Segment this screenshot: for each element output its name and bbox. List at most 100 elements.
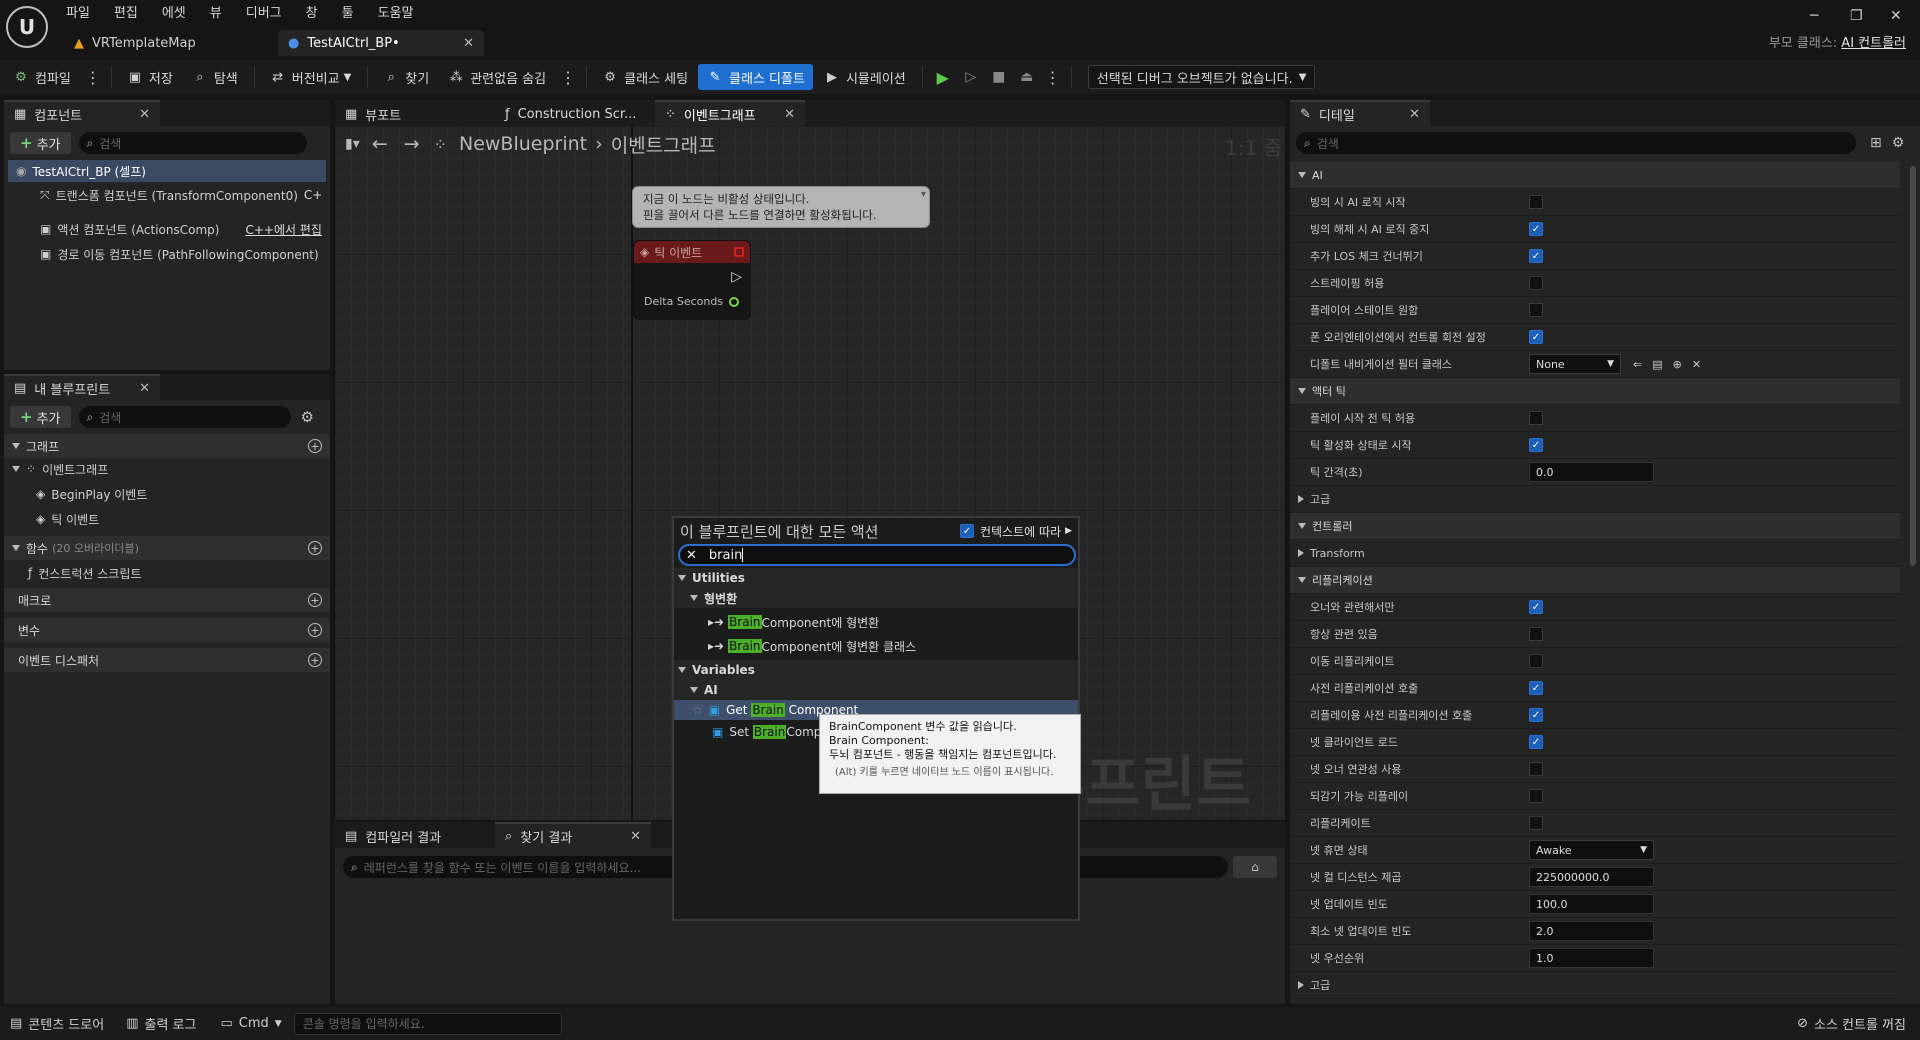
details-search-input[interactable]: ⌕ 검색: [1296, 132, 1856, 154]
category-ai[interactable]: AI: [674, 680, 1078, 700]
function-item-construction[interactable]: ƒ 컨스트럭션 스크립트: [4, 562, 330, 584]
update-frequency-field[interactable]: 100.0: [1529, 894, 1654, 914]
play-icon[interactable]: ▶: [932, 66, 954, 88]
close-icon[interactable]: ✕: [630, 829, 641, 844]
dormancy-dropdown[interactable]: Awake ▼: [1529, 840, 1654, 860]
category-variables[interactable]: Variables: [674, 660, 1078, 680]
clear-search-icon[interactable]: ✕: [686, 548, 697, 563]
cull-distance-field[interactable]: 225000000.0: [1529, 867, 1654, 887]
simulation-button[interactable]: ▶ 시뮬레이션: [815, 64, 914, 90]
category-cast[interactable]: 형변환: [674, 588, 1078, 608]
checkbox[interactable]: [1529, 654, 1543, 668]
tab-components[interactable]: ▦ 컴포넌트 ✕: [4, 100, 160, 126]
star-icon[interactable]: ☆: [692, 703, 703, 717]
add-function-icon[interactable]: +: [308, 541, 322, 555]
tick-event-node[interactable]: ◈ 틱 이벤트 ▷ Delta Seconds: [633, 240, 751, 320]
doc-tab-map[interactable]: ▲ VRTemplateMap: [64, 30, 274, 56]
cmd-dropdown[interactable]: ▭ Cmd ▼: [220, 1016, 281, 1031]
component-extra[interactable]: C++에서 편집: [245, 221, 321, 238]
priority-field[interactable]: 1.0: [1529, 948, 1654, 968]
checkbox[interactable]: [1529, 411, 1543, 425]
find-in-all-button[interactable]: ⌂: [1233, 856, 1277, 878]
gear-icon[interactable]: ⚙: [1892, 135, 1905, 151]
my-blueprint-search-input[interactable]: ⌕ 검색: [78, 406, 291, 428]
delta-seconds-pin[interactable]: Delta Seconds: [644, 295, 740, 308]
gear-icon[interactable]: ⚙: [301, 408, 314, 426]
min-update-frequency-field[interactable]: 2.0: [1529, 921, 1654, 941]
close-icon[interactable]: ✕: [139, 381, 150, 396]
event-item-beginplay[interactable]: ◈ BeginPlay 이벤트: [4, 483, 330, 505]
eject-icon[interactable]: ⏏: [1016, 66, 1038, 88]
tab-my-blueprint[interactable]: ▤ 내 블루프린트 ✕: [4, 374, 160, 400]
checkbox[interactable]: ✓: [1529, 708, 1543, 722]
menu-debug[interactable]: 디버그: [246, 2, 282, 21]
graph-item-eventgraph[interactable]: ⁘ 이벤트그래프: [4, 458, 330, 480]
menu-tools[interactable]: 툴: [342, 2, 354, 21]
details-section-actor-tick[interactable]: 액터 틱: [1290, 378, 1900, 405]
class-settings-button[interactable]: ⚙ 클래스 세팅: [593, 64, 696, 90]
content-drawer-button[interactable]: ▤ 콘텐츠 드로어: [10, 1014, 104, 1033]
event-item-tick[interactable]: ◈ 틱 이벤트: [4, 508, 330, 530]
component-item[interactable]: ▣ 경로 이동 컴포넌트 (PathFollowingComponent): [4, 243, 330, 265]
checkbox[interactable]: ✓: [1529, 438, 1543, 452]
close-window-icon[interactable]: ✕: [1890, 8, 1902, 24]
close-icon[interactable]: ✕: [139, 107, 150, 122]
checkbox[interactable]: ✓: [959, 524, 974, 538]
compile-options-icon[interactable]: ⋮: [81, 68, 105, 87]
clear-icon[interactable]: ✕: [1692, 358, 1701, 371]
checkbox[interactable]: ✓: [1529, 330, 1543, 344]
browse-button[interactable]: ⌕ 탐색: [183, 64, 246, 90]
checkbox[interactable]: ✓: [1529, 681, 1543, 695]
table-view-icon[interactable]: ⊞: [1870, 135, 1882, 151]
menu-view[interactable]: 뷰: [210, 2, 222, 21]
component-root[interactable]: ◉ TestAICtrl_BP (셀프): [8, 160, 326, 182]
details-scrollbar[interactable]: [1910, 166, 1916, 566]
add-icon[interactable]: ⊕: [1673, 358, 1682, 371]
section-variables[interactable]: 변수 +: [4, 618, 330, 642]
add-component-button[interactable]: + 추가: [10, 132, 71, 154]
action-item-cast-class[interactable]: ▸➜ Brain Component에 형변환 클래스: [674, 636, 1078, 656]
nav-filter-dropdown[interactable]: None ▼: [1529, 354, 1621, 374]
hide-unrelated-button[interactable]: ⁂ 관련없음 숨김: [439, 64, 554, 90]
doc-tab-blueprint[interactable]: ● TestAICtrl_BP• ✕: [278, 30, 484, 56]
checkbox[interactable]: [1529, 762, 1543, 776]
menu-file[interactable]: 파일: [66, 2, 90, 21]
output-log-button[interactable]: ▥ 출력 로그: [126, 1014, 196, 1033]
add-macro-icon[interactable]: +: [308, 593, 322, 607]
add-dispatcher-icon[interactable]: +: [308, 653, 322, 667]
play-options-icon[interactable]: ⋮: [1041, 68, 1065, 87]
tab-find-results[interactable]: ⌕ 찾기 결과 ✕: [495, 822, 651, 848]
close-icon[interactable]: ✕: [463, 36, 474, 51]
back-icon[interactable]: ←: [372, 133, 388, 155]
step-icon[interactable]: ▷: [960, 66, 982, 88]
unreal-logo-icon[interactable]: U: [6, 6, 48, 48]
details-section-controller[interactable]: 컨트롤러: [1290, 513, 1900, 540]
class-defaults-button[interactable]: ✎ 클래스 디폴트: [698, 64, 813, 90]
breadcrumb-graph[interactable]: 이벤트그래프: [611, 131, 716, 158]
section-dispatchers[interactable]: 이벤트 디스패처 +: [4, 648, 330, 672]
checkbox[interactable]: [1529, 816, 1543, 830]
details-section-replication[interactable]: 리플리케이션: [1290, 567, 1900, 594]
component-item[interactable]: ⤧ 트랜스폼 컴포넌트 (TransformComponent0) C+: [4, 184, 330, 206]
diff-button[interactable]: ⇄ 버전비교 ▼: [261, 64, 360, 90]
detail-row-advanced[interactable]: 고급: [1290, 972, 1900, 999]
menu-asset[interactable]: 에셋: [162, 2, 186, 21]
category-utilities[interactable]: Utilities: [674, 568, 1078, 588]
menu-window[interactable]: 창: [306, 2, 318, 21]
save-button[interactable]: ▣ 저장: [118, 64, 181, 90]
close-icon[interactable]: ✕: [1409, 107, 1420, 122]
parent-class-link[interactable]: AI 컨트롤러: [1841, 36, 1906, 51]
menu-edit[interactable]: 편집: [114, 2, 138, 21]
detail-row-advanced[interactable]: 고급: [1290, 486, 1900, 513]
tick-interval-field[interactable]: 0.0: [1529, 462, 1654, 482]
browse-folder-icon[interactable]: ▤: [1652, 358, 1662, 371]
action-item-cast[interactable]: ▸➜ Brain Component에 형변환: [674, 612, 1078, 632]
checkbox[interactable]: [1529, 303, 1543, 317]
checkbox[interactable]: [1529, 195, 1543, 209]
minimize-icon[interactable]: ─: [1810, 8, 1818, 24]
details-section-ai[interactable]: AI: [1290, 162, 1900, 189]
tab-construction[interactable]: ƒ Construction Scr...: [495, 100, 655, 126]
tab-compiler-results[interactable]: ▤ 컴파일러 결과: [335, 822, 495, 848]
section-functions[interactable]: 함수 (20 오버라이더블) +: [4, 536, 330, 560]
checkbox[interactable]: ✓: [1529, 222, 1543, 236]
